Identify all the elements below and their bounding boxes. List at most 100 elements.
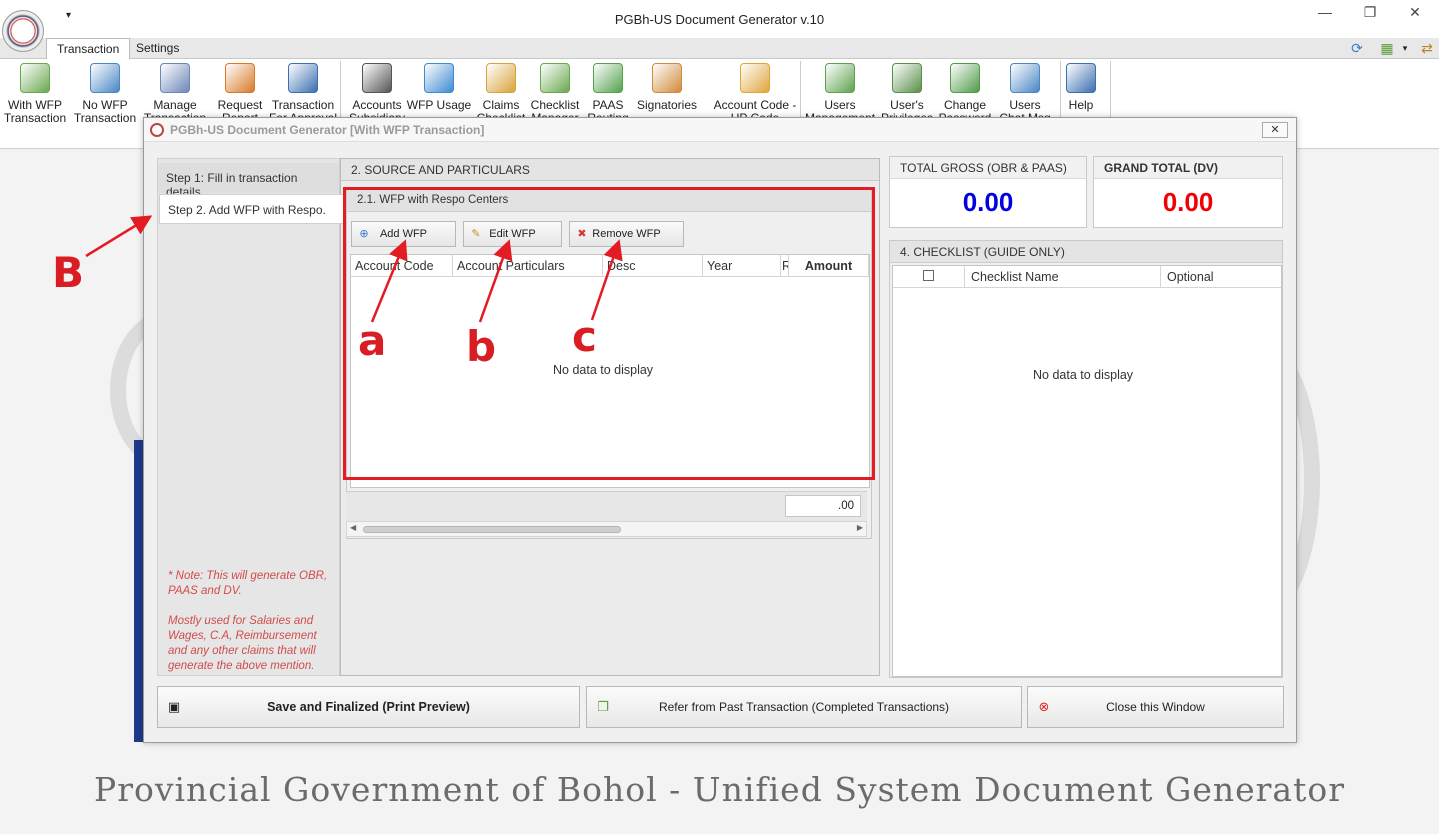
ribbon-button-2[interactable]: Manage Transaction: [140, 63, 210, 125]
steps-panel: Step 1: Fill in transaction details. Ste…: [157, 158, 345, 676]
ribbon-button-10[interactable]: Signatories: [630, 63, 704, 112]
col-account-particulars[interactable]: Account Particulars: [453, 255, 603, 277]
save-finalize-button[interactable]: ▣ Save and Finalized (Print Preview): [157, 686, 580, 728]
add-doc-icon: ⊕: [359, 228, 369, 240]
scroll-thumb[interactable]: [363, 526, 621, 533]
ribbon-button-label: With WFP Transaction: [3, 98, 67, 125]
annotation-label-b: b: [466, 322, 497, 371]
ribbon-button-label: WFP Usage: [406, 98, 472, 112]
user-gear-icon: [892, 63, 922, 93]
ribbon-button-12[interactable]: Users Management: [805, 63, 875, 125]
ribbon-button-3[interactable]: Request Report: [205, 63, 275, 125]
list-icon: [160, 63, 190, 93]
checklist-header: 4. CHECKLIST (GUIDE ONLY): [890, 241, 1282, 263]
total-gross-label: TOTAL GROSS (OBR & PAAS): [890, 157, 1086, 179]
users-group-icon: [652, 63, 682, 93]
annotation-label-c: c: [572, 312, 597, 361]
grid-layout-icon[interactable]: ▦: [1378, 39, 1396, 57]
dialog-close-button[interactable]: ✕: [1262, 122, 1288, 138]
grand-total-label: GRAND TOTAL (DV): [1094, 157, 1282, 179]
total-gross-value: 0.00: [962, 187, 1014, 217]
wfp-grid[interactable]: Account Code Account Particulars Desc Ye…: [350, 254, 870, 488]
col-account-code[interactable]: Account Code: [351, 255, 453, 277]
copy-icon: ❐: [597, 699, 609, 714]
step-2[interactable]: Step 2. Add WFP with Respo.: [159, 194, 345, 224]
ribbon-tabs: Transaction Settings ⟳ ▦ ▾ ⇄: [0, 38, 1439, 60]
step-1[interactable]: Step 1: Fill in transaction details.: [158, 163, 339, 199]
col-year[interactable]: Year: [703, 255, 781, 277]
ribbon-separator: [340, 61, 341, 117]
tab-settings[interactable]: Settings: [126, 38, 189, 59]
ribbon-button-4[interactable]: Transaction For Approval: [268, 63, 338, 125]
remove-wfp-button[interactable]: ✖ Remove WFP: [569, 221, 684, 247]
minimize-button[interactable]: —: [1305, 4, 1345, 24]
magnifier-icon: [424, 63, 454, 93]
close-circle-icon: ⊗: [1038, 699, 1050, 714]
col-amount[interactable]: Amount: [789, 255, 869, 277]
ribbon-button-label: Help: [1068, 98, 1094, 112]
app-title: PGBh-US Document Generator v.10: [614, 12, 825, 27]
edit-wfp-button[interactable]: ✎ Edit WFP: [463, 221, 562, 247]
remove-doc-icon: ✖: [577, 228, 587, 240]
wfp-header: 2.1. WFP with Respo Centers: [347, 190, 871, 212]
dialog-logo-icon: [150, 123, 164, 137]
footer-brand: Provincial Government of Bohol - Unified…: [93, 770, 1345, 809]
ribbon-separator: [800, 61, 801, 117]
checklist-icon: [540, 63, 570, 93]
maximize-button[interactable]: ❐: [1350, 4, 1390, 24]
pencil-icon: ✎: [471, 228, 481, 240]
user-switch-icon[interactable]: ⇄: [1418, 39, 1436, 57]
layout-dropdown-icon[interactable]: ▾: [1396, 39, 1414, 57]
ribbon-button-0[interactable]: With WFP Transaction: [0, 63, 70, 125]
scroll-right-icon[interactable]: ▶: [857, 523, 863, 532]
ribbon-button-5[interactable]: Accounts Subsidiary: [342, 63, 412, 125]
select-all-checkbox[interactable]: [893, 266, 965, 288]
save-icon: ▣: [167, 699, 181, 714]
wfp-respo-group: 2.1. WFP with Respo Centers ⊕ Add WFP ✎ …: [346, 189, 872, 539]
ribbon-separator: [1110, 61, 1111, 117]
refer-past-transaction-button[interactable]: ❐ Refer from Past Transaction (Completed…: [586, 686, 1022, 728]
tab-transaction[interactable]: Transaction: [46, 38, 131, 60]
close-app-button[interactable]: ✕: [1395, 4, 1435, 24]
tag-icon: [740, 63, 770, 93]
grand-total-value: 0.00: [1162, 187, 1214, 217]
checklist-grid[interactable]: Checklist Name Optional No data to displ…: [892, 265, 1282, 677]
grid-hscrollbar[interactable]: ◀ ▶: [346, 521, 867, 537]
ribbon-button-16[interactable]: Help: [1048, 63, 1114, 112]
total-gross-box: TOTAL GROSS (OBR & PAAS) 0.00: [889, 156, 1087, 228]
col-checklist-name[interactable]: Checklist Name: [965, 266, 1161, 288]
source-header: 2. SOURCE AND PARTICULARS: [341, 159, 879, 181]
annotation-label-b-upper: B: [52, 248, 85, 297]
book-icon: [362, 63, 392, 93]
checkbox-icon[interactable]: [923, 270, 934, 281]
clipboard-icon: [486, 63, 516, 93]
annotation-label-a: a: [358, 316, 387, 365]
app-titlebar: ▾ PGBh-US Document Generator v.10 — ❐ ✕: [0, 0, 1439, 52]
col-desc[interactable]: Desc: [603, 255, 703, 277]
user-arrow-icon: [225, 63, 255, 93]
doc-add-blue-icon: [90, 63, 120, 93]
user-refresh-icon: [950, 63, 980, 93]
col-optional[interactable]: Optional: [1161, 266, 1281, 288]
col-r[interactable]: R: [781, 255, 789, 277]
dialog-titlebar: PGBh-US Document Generator [With WFP Tra…: [144, 118, 1296, 142]
note-text: * Note: This will generate OBR, PAAS and…: [168, 570, 328, 672]
source-particulars-panel: 2. SOURCE AND PARTICULARS 2.1. WFP with …: [340, 158, 880, 676]
province-logo-icon: [2, 10, 44, 52]
close-window-button[interactable]: ⊗ Close this Window: [1027, 686, 1284, 728]
chat-icon: [1010, 63, 1040, 93]
ribbon-button-1[interactable]: No WFP Transaction: [70, 63, 140, 125]
users-icon: [825, 63, 855, 93]
help-icon: [1066, 63, 1096, 93]
dialog-title: PGBh-US Document Generator [With WFP Tra…: [170, 123, 485, 137]
refresh-skin-icon[interactable]: ⟳: [1348, 39, 1366, 57]
amount-sum: .00: [785, 495, 861, 517]
refresh-icon: [593, 63, 623, 93]
add-wfp-button[interactable]: ⊕ Add WFP: [351, 221, 456, 247]
scroll-left-icon[interactable]: ◀: [350, 523, 356, 532]
ribbon-button-6[interactable]: WFP Usage: [404, 63, 474, 112]
checklist-empty-text: No data to display: [1033, 368, 1134, 382]
ab-icon: [288, 63, 318, 93]
doc-add-green-icon: [20, 63, 50, 93]
ribbon-separator: [1060, 61, 1061, 117]
